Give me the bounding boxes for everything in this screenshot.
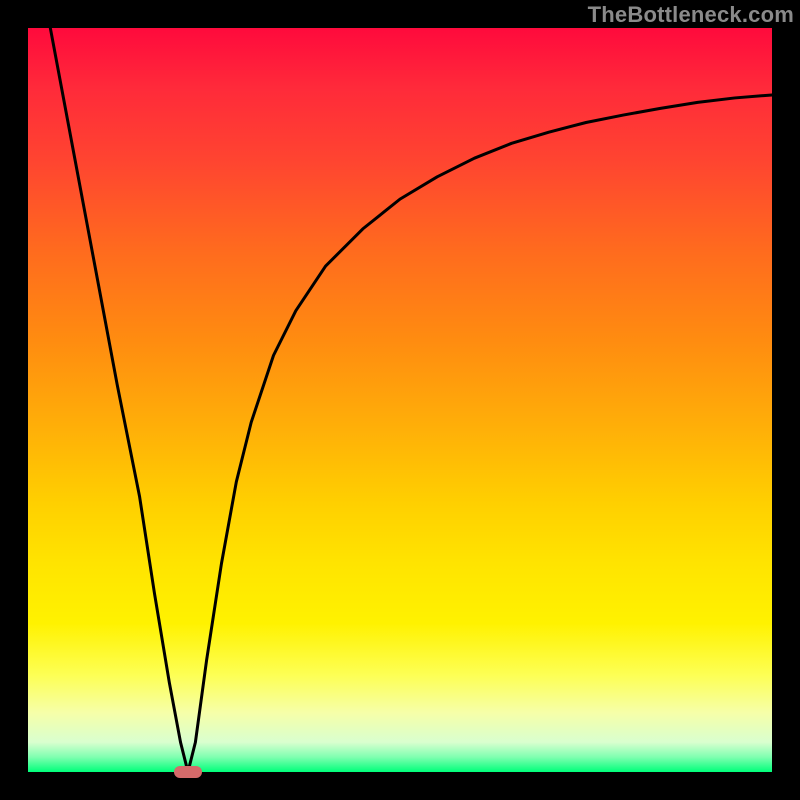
curve-line (50, 28, 772, 772)
curve-svg (28, 28, 772, 772)
plot-area (28, 28, 772, 772)
watermark-text: TheBottleneck.com (588, 2, 794, 28)
chart-frame: TheBottleneck.com (0, 0, 800, 800)
minimum-marker (174, 766, 202, 778)
